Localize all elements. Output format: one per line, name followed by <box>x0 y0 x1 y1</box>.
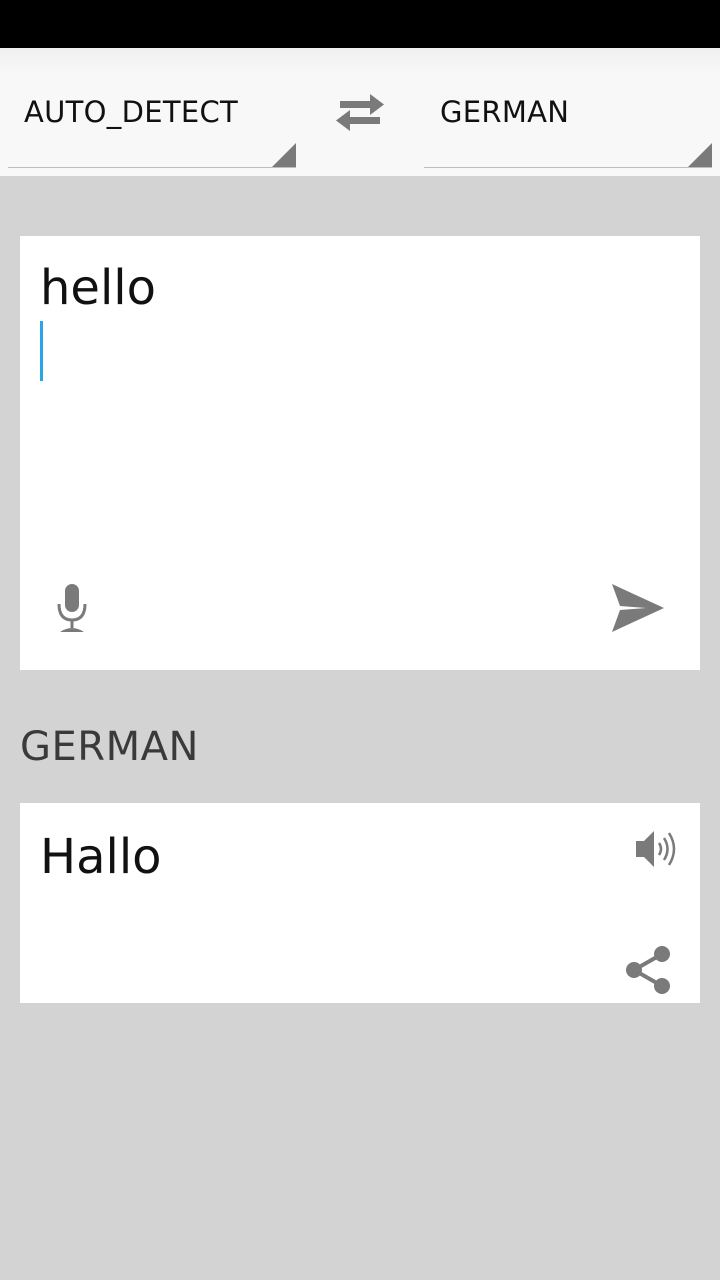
language-bar: AUTO_DETECT GERMAN <box>0 48 720 176</box>
output-card: Hallo <box>20 803 700 1003</box>
speaker-icon <box>636 831 676 867</box>
dropdown-triangle-icon <box>272 143 296 167</box>
share-translation-button[interactable] <box>624 945 672 995</box>
source-language-label: AUTO_DETECT <box>24 95 239 129</box>
voice-input-button[interactable] <box>54 582 90 634</box>
share-icon <box>626 946 670 994</box>
text-cursor <box>40 321 43 381</box>
status-bar <box>0 0 720 48</box>
target-language-label: GERMAN <box>440 95 570 129</box>
microphone-icon <box>57 584 87 632</box>
speak-translation-button[interactable] <box>634 827 678 871</box>
source-language-spinner[interactable]: AUTO_DETECT <box>8 88 296 168</box>
swap-languages-button[interactable] <box>330 90 390 136</box>
target-language-spinner[interactable]: GERMAN <box>424 88 712 168</box>
dropdown-triangle-icon <box>688 143 712 167</box>
swap-arrows-icon <box>336 94 384 131</box>
input-card[interactable]: hello <box>20 236 700 670</box>
translated-text: Hallo <box>40 829 162 885</box>
translate-send-button[interactable] <box>610 580 666 636</box>
send-icon <box>612 584 664 632</box>
output-language-heading: GERMAN <box>20 724 199 770</box>
input-text-field[interactable]: hello <box>40 258 156 318</box>
